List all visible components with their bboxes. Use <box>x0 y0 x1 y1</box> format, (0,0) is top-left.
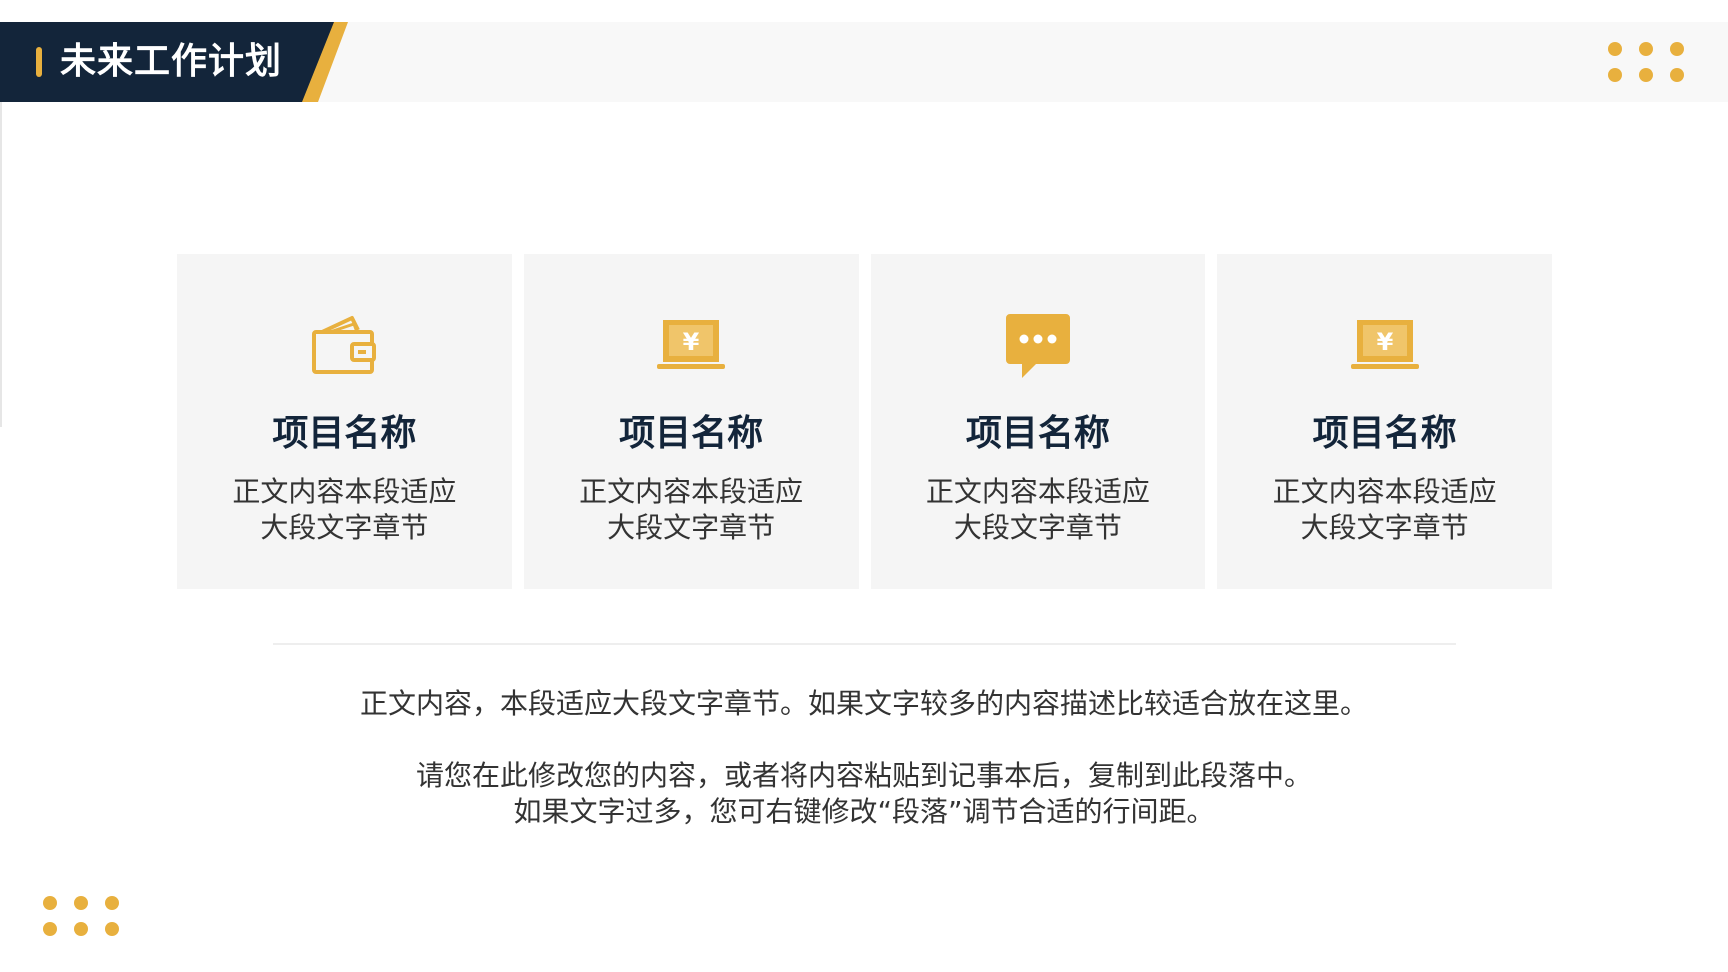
card-body: 正文内容本段适应 大段文字章节 <box>524 474 859 546</box>
svg-text:¥: ¥ <box>1376 328 1393 356</box>
project-cards: 项目名称 正文内容本段适应 大段文字章节 ¥ 项目名称 正文内容本段适应 大段文… <box>177 254 1552 589</box>
project-card: ¥ 项目名称 正文内容本段适应 大段文字章节 <box>1217 254 1552 589</box>
title-accent-bar <box>36 47 42 77</box>
project-card: 项目名称 正文内容本段适应 大段文字章节 <box>870 254 1206 589</box>
card-body-line: 大段文字章节 <box>953 511 1122 544</box>
card-body: 正文内容本段适应 大段文字章节 <box>871 474 1206 546</box>
card-title: 项目名称 <box>1312 413 1457 454</box>
project-card: ¥ 项目名称 正文内容本段适应 大段文字章节 <box>523 254 859 589</box>
svg-text:¥: ¥ <box>683 328 700 356</box>
wallet-icon <box>308 310 380 382</box>
card-body-line: 大段文字章节 <box>260 511 429 544</box>
project-card: 项目名称 正文内容本段适应 大段文字章节 <box>177 254 512 589</box>
card-body-line: 正文内容本段适应 <box>579 475 804 508</box>
laptop-yen-icon: ¥ <box>1349 310 1421 382</box>
card-body: 正文内容本段适应 大段文字章节 <box>1217 474 1552 546</box>
card-body-line: 大段文字章节 <box>1300 511 1469 544</box>
section-divider <box>273 643 1456 645</box>
card-title: 项目名称 <box>965 413 1110 454</box>
card-body-line: 大段文字章节 <box>607 511 776 544</box>
body-paragraph: 请您在此修改您的内容，或者将内容粘贴到记事本后，复制到此段落中。 <box>415 759 1312 792</box>
card-body-line: 正文内容本段适应 <box>232 475 457 508</box>
decorative-dots-top-right <box>1608 42 1684 82</box>
body-paragraph: 如果文字过多，您可右键修改“段落”调节合适的行间距。 <box>513 795 1215 828</box>
body-paragraph: 正文内容，本段适应大段文字章节。如果文字较多的内容描述比较适合放在这里。 <box>359 687 1368 720</box>
card-body: 正文内容本段适应 大段文字章节 <box>177 474 512 546</box>
page-title: 未来工作计划 <box>60 41 283 82</box>
laptop-yen-icon: ¥ <box>655 310 727 382</box>
card-body-line: 正文内容本段适应 <box>1272 475 1497 508</box>
card-title: 项目名称 <box>272 413 417 454</box>
chat-bubble-icon <box>1002 310 1074 382</box>
decorative-dots-bottom-left <box>43 896 119 936</box>
card-title: 项目名称 <box>619 413 764 454</box>
left-edge-line <box>0 102 2 427</box>
card-body-line: 正文内容本段适应 <box>925 475 1150 508</box>
